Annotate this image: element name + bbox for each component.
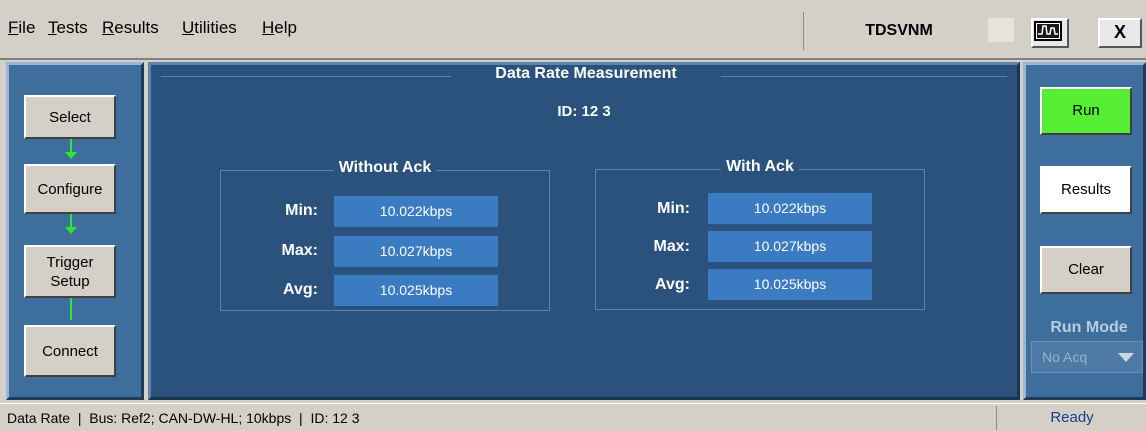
clear-button[interactable]: Clear [1040,246,1132,294]
menu-bar: File Tests Results Utilities Help TDSVNM… [0,0,1146,60]
app-logo-decoration [988,18,1014,42]
oscilloscope-icon [1034,21,1062,41]
close-button[interactable]: X [1098,18,1142,48]
control-panel: Run Results Clear Run Mode No Acq [1023,62,1146,400]
clear-button-label: Clear [1068,261,1104,278]
run-button-label: Run [1072,102,1100,119]
select-button[interactable]: Select [24,95,116,139]
close-icon: X [1113,22,1126,42]
min-label: Min: [657,200,690,217]
max-value: 10.027kbps [708,231,872,262]
group-title: Without Ack [333,159,437,176]
connect-button[interactable]: Connect [24,325,116,377]
run-mode-label: Run Mode [1050,319,1128,336]
min-value: 10.022kbps [708,193,872,224]
dropdown-arrow-icon [1118,353,1134,362]
results-panel: Data Rate Measurement ID: 12 3 Without A… [148,62,1020,400]
menu-file[interactable]: File [8,18,35,38]
flow-arrow-icon [65,227,77,234]
trigger-setup-button[interactable]: Trigger Setup [24,245,116,298]
status-state: Ready [996,406,1146,430]
avg-label: Avg: [655,276,690,293]
trigger-setup-label-line2: Setup [50,272,90,290]
configure-button[interactable]: Configure [24,164,116,214]
flow-connector [70,214,72,227]
without-ack-group: Without Ack Min: 10.022kbps Max: 10.027k… [220,159,550,311]
status-bar: Data Rate | Bus: Ref2; CAN-DW-HL; 10kbps… [0,403,1146,431]
min-label: Min: [285,202,318,219]
connect-button-label: Connect [42,342,98,360]
message-id: ID: 12 3 [557,103,611,120]
navigation-panel: Select Configure Trigger Setup Connect [6,62,144,400]
configure-button-label: Configure [37,180,103,198]
results-button-label: Results [1060,181,1112,198]
avg-value: 10.025kbps [708,269,872,300]
menu-help[interactable]: Help [262,18,297,38]
with-ack-group: With Ack Min: 10.022kbps Max: 10.027kbps… [595,158,925,310]
menu-utilities[interactable]: Utilities [182,18,237,38]
run-button[interactable]: Run [1040,87,1132,135]
app-title: TDSVNM [803,12,994,50]
scope-view-button[interactable] [1031,18,1069,48]
run-mode-value: No Acq [1042,349,1088,365]
status-text: Data Rate | Bus: Ref2; CAN-DW-HL; 10kbps… [7,410,360,426]
max-label: Max: [281,242,318,259]
flow-connector [70,298,72,320]
panel-title: Data Rate Measurement [451,65,721,83]
group-title: With Ack [721,158,799,175]
results-button[interactable]: Results [1040,166,1132,214]
select-button-label: Select [49,108,91,126]
max-value: 10.027kbps [334,236,498,267]
menu-tests[interactable]: Tests [48,18,88,38]
flow-arrow-icon [65,152,77,159]
run-mode-dropdown[interactable]: No Acq [1031,341,1143,373]
avg-label: Avg: [283,281,318,298]
trigger-setup-label-line1: Trigger [46,253,94,271]
min-value: 10.022kbps [334,196,498,227]
avg-value: 10.025kbps [334,275,498,306]
flow-connector [70,139,72,152]
max-label: Max: [653,238,690,255]
menu-results[interactable]: Results [102,18,159,38]
